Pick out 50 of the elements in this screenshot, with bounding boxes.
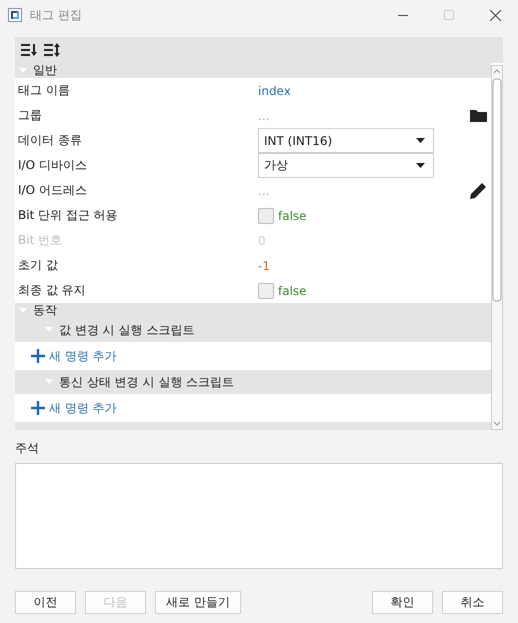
value-text: false [278, 284, 307, 298]
property-label: I/O 디바이스 [17, 157, 88, 174]
window-title: 태그 편집 [30, 6, 83, 24]
maximize-icon [444, 10, 454, 20]
dialog-button[interactable]: 새로 만들기 [155, 591, 241, 614]
section-header[interactable]: 일반 [15, 63, 491, 78]
subsection-header[interactable]: 값 변경 시 실행 스크립트 [15, 318, 491, 342]
sort-categorized-icon[interactable] [21, 43, 38, 57]
section-header[interactable]: 동작 [15, 303, 491, 318]
property-label: 태그 이름 [17, 82, 71, 99]
value-text: ... [258, 184, 270, 198]
dropdown[interactable]: INT (INT16) [258, 128, 434, 153]
dialog-button[interactable]: 확인 [372, 591, 433, 614]
dialog-button[interactable]: 이전 [15, 591, 76, 614]
property-label: Bit 단위 접근 허용 [17, 207, 119, 224]
add-command-link[interactable]: 새 명령 추가 [30, 348, 117, 364]
app-logo-icon [8, 8, 22, 22]
value-text: false [278, 208, 307, 222]
subsection-header[interactable]: 통신 상태 변경 시 실행 스크립트 [15, 370, 491, 394]
dropdown-arrow-icon [416, 162, 425, 168]
value-text: index [258, 84, 291, 98]
checkbox[interactable] [258, 208, 274, 224]
property-label: 초기 값 [17, 257, 59, 274]
collapse-triangle-icon[interactable] [19, 68, 27, 74]
plus-icon [30, 348, 46, 364]
property-label: 최종 값 유지 [17, 282, 87, 299]
property-label: 데이터 종류 [17, 132, 83, 149]
comment-field[interactable] [15, 463, 503, 569]
plus-icon [30, 400, 46, 416]
minimize-icon [398, 14, 408, 16]
property-label: 그룹 [17, 107, 43, 124]
collapse-triangle-icon[interactable] [19, 308, 27, 314]
scrollbar[interactable] [491, 65, 503, 430]
collapse-triangle-icon[interactable] [45, 327, 53, 333]
property-label: I/O 어드레스 [17, 182, 88, 199]
dropdown-arrow-icon [416, 138, 425, 144]
folder-icon[interactable] [470, 109, 487, 122]
comment-label: 주석 [15, 440, 40, 457]
value-text: -1 [258, 258, 270, 272]
property-label: Bit 번호 [17, 232, 64, 249]
checkbox[interactable] [258, 282, 274, 298]
section-header[interactable] [15, 422, 491, 430]
value-text: ... [258, 108, 270, 122]
dialog-button[interactable]: 취소 [442, 591, 503, 614]
pencil-icon[interactable] [469, 182, 487, 200]
close-icon [490, 10, 500, 20]
dropdown[interactable]: 가상 [258, 153, 434, 178]
add-command-link[interactable]: 새 명령 추가 [30, 400, 117, 416]
collapse-triangle-icon[interactable] [45, 379, 53, 385]
sort-alphabetical-icon[interactable] [44, 43, 61, 57]
